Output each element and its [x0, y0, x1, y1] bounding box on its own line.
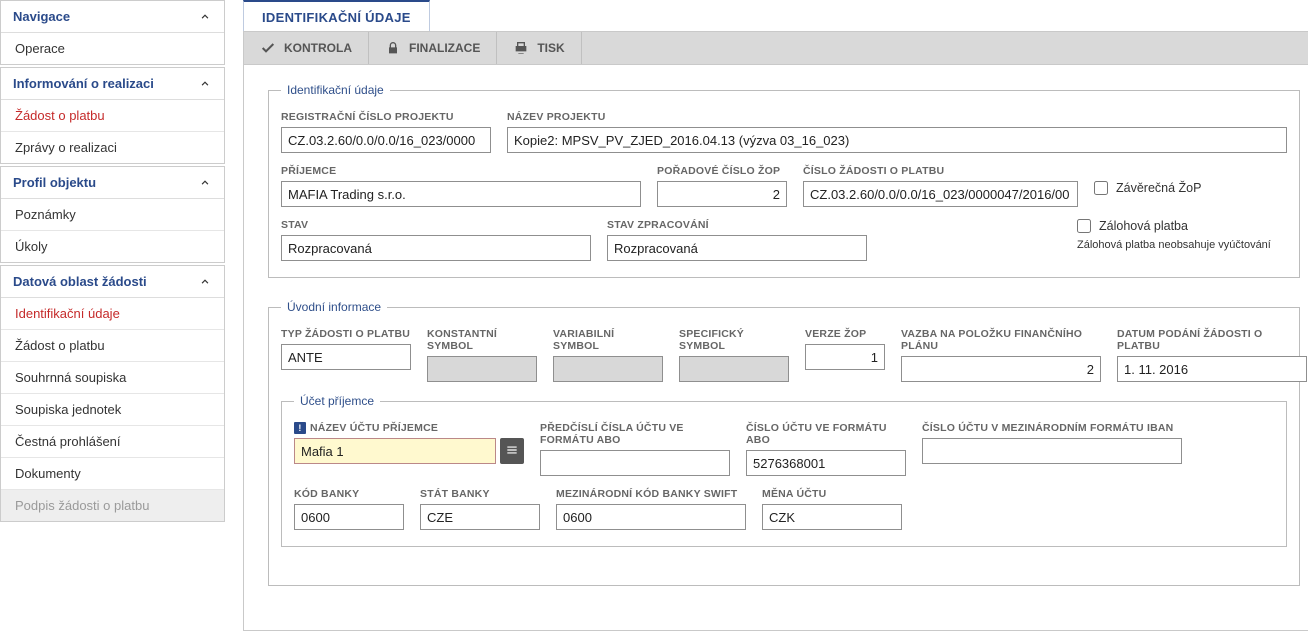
toolbar-label: FINALIZACE — [409, 41, 480, 55]
sidebar-item-souhrnna[interactable]: Souhrnná soupiska — [1, 361, 224, 393]
input-vazba[interactable] — [901, 356, 1101, 382]
label-stav-zprac: STAV ZPRACOVÁNÍ — [607, 219, 867, 231]
hint-zalohova: Zálohová platba neobsahuje vyúčtování — [1077, 239, 1287, 251]
list-button[interactable] — [500, 438, 524, 464]
input-cisloabo[interactable] — [746, 450, 906, 476]
checkbox-zaverecna-input[interactable] — [1094, 181, 1108, 195]
sidebar-item-zpravy[interactable]: Zprávy o realizaci — [1, 131, 224, 163]
sidebar-section-informovani[interactable]: Informování o realizaci — [1, 68, 224, 100]
sidebar-item-dokumenty[interactable]: Dokumenty — [1, 457, 224, 489]
sidebar-item-identifikacni[interactable]: Identifikační údaje — [1, 298, 224, 329]
label-reg-cislo: REGISTRAČNÍ ČÍSLO PROJEKTU — [281, 111, 491, 123]
label-prijemce: PŘÍJEMCE — [281, 165, 641, 177]
label-mena: MĚNA ÚČTU — [762, 488, 902, 500]
label-stav: STAV — [281, 219, 591, 231]
tab-bar: IDENTIFIKAČNÍ ÚDAJE — [243, 0, 1308, 31]
chevron-up-icon — [198, 275, 212, 289]
sidebar-item-poznamky[interactable]: Poznámky — [1, 199, 224, 230]
legend-ucet: Účet příjemce — [294, 394, 380, 408]
main-panel: IDENTIFIKAČNÍ ÚDAJE KONTROLA FINALIZACE … — [225, 0, 1308, 631]
check-icon — [260, 40, 276, 56]
input-nazev-projektu[interactable] — [507, 127, 1287, 153]
legend-uvodni: Úvodní informace — [281, 300, 387, 314]
toolbar: KONTROLA FINALIZACE TISK — [243, 31, 1308, 65]
checkbox-zalohova[interactable]: Zálohová platba — [1077, 219, 1287, 233]
input-prijemce[interactable] — [281, 181, 641, 207]
label-nazev-uctu: !NÁZEV ÚČTU PŘÍJEMCE — [294, 422, 524, 434]
sidebar-section-profil[interactable]: Profil objektu — [1, 167, 224, 199]
sidebar-item-jednotek[interactable]: Soupiska jednotek — [1, 393, 224, 425]
input-var — [553, 356, 663, 382]
sidebar-item-cestna[interactable]: Čestná prohlášení — [1, 425, 224, 457]
checkbox-label: Zálohová platba — [1099, 219, 1188, 233]
label-datum: DATUM PODÁNÍ ŽÁDOSTI O PLATBU — [1117, 328, 1287, 352]
lock-icon — [385, 40, 401, 56]
sidebar-item-podpis[interactable]: Podpis žádosti o platbu — [1, 489, 224, 521]
label-swift: MEZINÁRODNÍ KÓD BANKY SWIFT — [556, 488, 746, 500]
label-predcisli: PŘEDČÍSLÍ ČÍSLA ÚČTU VE FORMÁTU ABO — [540, 422, 730, 446]
label-vazba: VAZBA NA POLOŽKU FINANČNÍHO PLÁNU — [901, 328, 1101, 352]
sidebar-section-datova[interactable]: Datová oblast žádosti — [1, 266, 224, 298]
sidebar: Navigace Operace Informování o realizaci… — [0, 0, 225, 631]
label-kod-banky: KÓD BANKY — [294, 488, 404, 500]
tisk-button[interactable]: TISK — [497, 32, 581, 64]
input-cislo-zop[interactable] — [803, 181, 1078, 207]
fieldset-identifikacni: Identifikační údaje REGISTRAČNÍ ČÍSLO PR… — [268, 83, 1300, 278]
tab-identifikacni[interactable]: IDENTIFIKAČNÍ ÚDAJE — [243, 0, 430, 31]
checkbox-label: Závěrečná ŽoP — [1116, 181, 1201, 195]
sidebar-section-label: Profil objektu — [13, 175, 96, 190]
label-konst: KONSTANTNÍ SYMBOL — [427, 328, 537, 352]
content-panel: Identifikační údaje REGISTRAČNÍ ČÍSLO PR… — [243, 65, 1308, 631]
sidebar-item-zop2[interactable]: Žádost o platbu — [1, 329, 224, 361]
label-spec: SPECIFICKÝ SYMBOL — [679, 328, 789, 352]
sidebar-section-navigace[interactable]: Navigace — [1, 1, 224, 33]
checkbox-zalohova-input[interactable] — [1077, 219, 1091, 233]
label-poradove: POŘADOVÉ ČÍSLO ŽOP — [657, 165, 787, 177]
chevron-up-icon — [198, 10, 212, 24]
input-stat-banky[interactable] — [420, 504, 540, 530]
label-verze: VERZE ŽOP — [805, 328, 885, 340]
input-stav-zprac[interactable] — [607, 235, 867, 261]
chevron-up-icon — [198, 77, 212, 91]
required-icon: ! — [294, 422, 306, 434]
sidebar-item-zop[interactable]: Žádost o platbu — [1, 100, 224, 131]
input-kod-banky[interactable] — [294, 504, 404, 530]
label-cislo-zop: ČÍSLO ŽÁDOSTI O PLATBU — [803, 165, 1078, 177]
chevron-up-icon — [198, 176, 212, 190]
input-typ-zop[interactable] — [281, 344, 411, 370]
legend-identifikacni: Identifikační údaje — [281, 83, 390, 97]
label-typ-zop: TYP ŽÁDOSTI O PLATBU — [281, 328, 411, 340]
label-var: VARIABILNÍ SYMBOL — [553, 328, 663, 352]
input-verze[interactable] — [805, 344, 885, 370]
checkbox-zaverecna[interactable]: Závěrečná ŽoP — [1094, 181, 1201, 195]
input-iban[interactable] — [922, 438, 1182, 464]
sidebar-section-label: Navigace — [13, 9, 70, 24]
label-iban: ČÍSLO ÚČTU V MEZINÁRODNÍM FORMÁTU IBAN — [922, 422, 1182, 434]
input-stav[interactable] — [281, 235, 591, 261]
label-cisloabo: ČÍSLO ÚČTU VE FORMÁTU ABO — [746, 422, 906, 446]
toolbar-label: KONTROLA — [284, 41, 352, 55]
input-poradove[interactable] — [657, 181, 787, 207]
sidebar-item-operace[interactable]: Operace — [1, 33, 224, 64]
input-swift[interactable] — [556, 504, 746, 530]
sidebar-section-label: Datová oblast žádosti — [13, 274, 147, 289]
input-reg-cislo[interactable] — [281, 127, 491, 153]
fieldset-uvodni: Úvodní informace TYP ŽÁDOSTI O PLATBU KO… — [268, 300, 1300, 586]
finalizace-button[interactable]: FINALIZACE — [369, 32, 497, 64]
input-predcisli[interactable] — [540, 450, 730, 476]
fieldset-ucet: Účet příjemce !NÁZEV ÚČTU PŘÍJEMCE — [281, 394, 1287, 547]
input-nazev-uctu[interactable] — [294, 438, 496, 464]
sidebar-item-ukoly[interactable]: Úkoly — [1, 230, 224, 262]
input-mena[interactable] — [762, 504, 902, 530]
input-spec — [679, 356, 789, 382]
label-stat-banky: STÁT BANKY — [420, 488, 540, 500]
sidebar-section-label: Informování o realizaci — [13, 76, 154, 91]
label-nazev-projektu: NÁZEV PROJEKTU — [507, 111, 1287, 123]
list-icon — [505, 443, 519, 460]
printer-icon — [513, 40, 529, 56]
input-datum[interactable] — [1117, 356, 1307, 382]
kontrola-button[interactable]: KONTROLA — [244, 32, 369, 64]
toolbar-label: TISK — [537, 41, 564, 55]
input-konst — [427, 356, 537, 382]
